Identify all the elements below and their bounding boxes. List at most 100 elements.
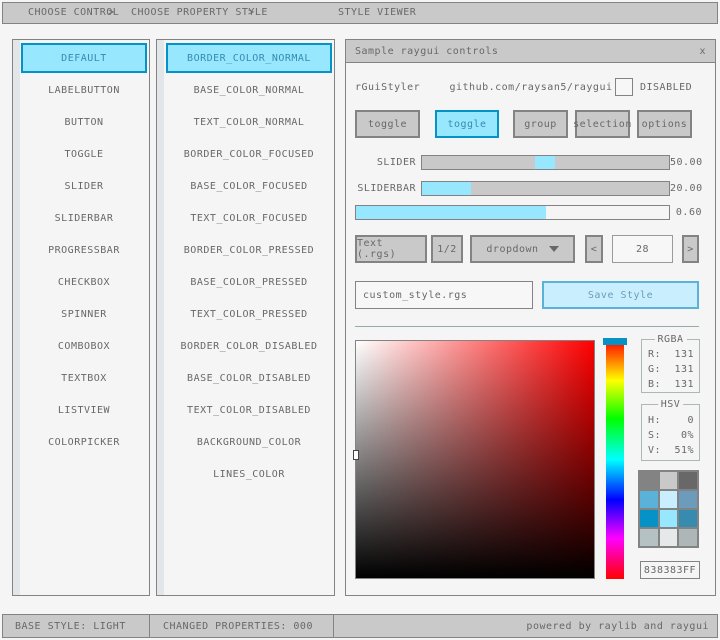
- dropdown-label: dropdown: [486, 244, 538, 255]
- property-item-text-color-normal[interactable]: TEXT_COLOR_NORMAL: [166, 107, 332, 137]
- color-swatch[interactable]: [660, 472, 678, 489]
- chevron-right-icon: >: [108, 3, 115, 25]
- disabled-checkbox[interactable]: [615, 78, 633, 96]
- half-toggle-button[interactable]: 1/2: [431, 235, 463, 263]
- spinner-increment-button[interactable]: >: [682, 235, 699, 263]
- hsv-v-value: 51%: [674, 445, 694, 456]
- hsv-h-label: H:: [648, 415, 661, 426]
- filename-input[interactable]: custom_style.rgs: [355, 281, 533, 309]
- control-item-slider[interactable]: SLIDER: [21, 171, 147, 201]
- rgba-r-value: 131: [674, 349, 694, 360]
- close-icon[interactable]: x: [699, 46, 706, 57]
- control-item-colorpicker[interactable]: COLORPICKER: [21, 427, 147, 457]
- rgba-b-label: B:: [648, 379, 661, 390]
- hsv-title: HSV: [658, 399, 684, 410]
- property-item-border-color-normal[interactable]: BORDER_COLOR_NORMAL: [166, 43, 332, 73]
- breadcrumb-style-viewer: STYLE VIEWER: [338, 3, 416, 25]
- style-color-grid: [638, 470, 699, 548]
- rgba-b-value: 131: [674, 379, 694, 390]
- disabled-checkbox-label: DISABLED: [640, 78, 692, 96]
- control-item-listview[interactable]: LISTVIEW: [21, 395, 147, 425]
- property-item-base-color-pressed[interactable]: BASE_COLOR_PRESSED: [166, 267, 332, 297]
- hsv-s-label: S:: [648, 430, 661, 441]
- window-title: Sample raygui controls: [355, 46, 498, 57]
- toggle-options-button[interactable]: options: [637, 110, 692, 138]
- color-swatch[interactable]: [660, 510, 678, 527]
- property-item-base-color-focused[interactable]: BASE_COLOR_FOCUSED: [166, 171, 332, 201]
- hue-marker[interactable]: [603, 338, 627, 345]
- color-swatch[interactable]: [660, 491, 678, 508]
- property-item-base-color-normal[interactable]: BASE_COLOR_NORMAL: [166, 75, 332, 105]
- spinner-value-box[interactable]: 28: [612, 235, 673, 263]
- control-item-button[interactable]: BUTTON: [21, 107, 147, 137]
- rgba-g-label: G:: [648, 364, 661, 375]
- scrollbar-track[interactable]: [157, 40, 164, 595]
- rgba-groupbox: RGBA R: 131 G: 131 B: 131: [641, 339, 700, 393]
- hsv-groupbox: HSV H: 0 S: 0% V: 51%: [641, 404, 700, 461]
- chevron-down-icon: [549, 246, 559, 252]
- dropdown-select[interactable]: dropdown: [470, 235, 575, 263]
- color-swatch[interactable]: [679, 491, 697, 508]
- toggle-button-active[interactable]: toggle: [435, 110, 499, 138]
- color-swatch[interactable]: [640, 510, 658, 527]
- hsv-v-label: V:: [648, 445, 661, 456]
- hue-bar[interactable]: [606, 340, 624, 579]
- control-item-labelbutton[interactable]: LABELBUTTON: [21, 75, 147, 105]
- control-item-spinner[interactable]: SPINNER: [21, 299, 147, 329]
- sliderbar-fill: [422, 182, 471, 195]
- color-picker-cursor[interactable]: [353, 450, 359, 460]
- spinner-decrement-button[interactable]: <: [585, 235, 603, 263]
- property-item-text-color-pressed[interactable]: TEXT_COLOR_PRESSED: [166, 299, 332, 329]
- property-item-text-color-focused[interactable]: TEXT_COLOR_FOCUSED: [166, 203, 332, 233]
- property-item-lines-color[interactable]: LINES_COLOR: [166, 459, 332, 489]
- control-item-textbox[interactable]: TEXTBOX: [21, 363, 147, 393]
- slider[interactable]: [421, 155, 670, 170]
- property-item-border-color-focused[interactable]: BORDER_COLOR_FOCUSED: [166, 139, 332, 169]
- toggle-group-button[interactable]: group: [513, 110, 568, 138]
- color-swatch[interactable]: [640, 491, 658, 508]
- hsv-h-value: 0: [687, 415, 694, 426]
- breadcrumb-choose-control: CHOOSE CONTROL: [28, 3, 119, 25]
- sliderbar[interactable]: [421, 181, 670, 196]
- control-item-combobox[interactable]: COMBOBOX: [21, 331, 147, 361]
- changed-properties-label: CHANGED PROPERTIES: 000: [163, 621, 313, 632]
- property-item-border-color-disabled[interactable]: BORDER_COLOR_DISABLED: [166, 331, 332, 361]
- color-swatch[interactable]: [640, 472, 658, 489]
- style-viewer-window: Sample raygui controls x rGuiStyler gith…: [345, 39, 716, 596]
- color-swatch[interactable]: [660, 529, 678, 546]
- property-item-text-color-disabled[interactable]: TEXT_COLOR_DISABLED: [166, 395, 332, 425]
- color-swatch[interactable]: [679, 529, 697, 546]
- color-swatch[interactable]: [679, 472, 697, 489]
- control-item-checkbox[interactable]: CHECKBOX: [21, 267, 147, 297]
- window-titlebar[interactable]: Sample raygui controls x: [346, 40, 715, 63]
- toggle-selection-button[interactable]: selection: [575, 110, 630, 138]
- property-item-border-color-pressed[interactable]: BORDER_COLOR_PRESSED: [166, 235, 332, 265]
- slider-handle[interactable]: [535, 156, 555, 169]
- base-style-label: BASE STYLE: LIGHT: [15, 621, 126, 632]
- scrollbar-track[interactable]: [13, 40, 20, 595]
- sliderbar-label: SLIDERBAR: [346, 181, 416, 196]
- statusbar-powered-by: powered by raylib and raygui: [333, 614, 718, 638]
- controls-list-panel: DEFAULT LABELBUTTON BUTTON TOGGLE SLIDER…: [12, 39, 150, 596]
- color-picker-sv-square[interactable]: [355, 340, 595, 579]
- control-item-progressbar[interactable]: PROGRESSBAR: [21, 235, 147, 265]
- hex-value-input[interactable]: 838383FF: [640, 561, 700, 579]
- color-swatch[interactable]: [640, 529, 658, 546]
- progress-value: 0.60: [670, 205, 702, 220]
- slider-label: SLIDER: [346, 155, 416, 170]
- rgba-g-value: 131: [674, 364, 694, 375]
- property-item-background-color[interactable]: BACKGROUND_COLOR: [166, 427, 332, 457]
- color-swatch[interactable]: [679, 510, 697, 527]
- control-item-toggle[interactable]: TOGGLE: [21, 139, 147, 169]
- save-style-button[interactable]: Save Style: [542, 281, 699, 309]
- rguistyler-app: CHOOSE CONTROL > CHOOSE PROPERTY STYLE >…: [0, 0, 720, 640]
- property-item-base-color-disabled[interactable]: BASE_COLOR_DISABLED: [166, 363, 332, 393]
- load-rgs-button[interactable]: Text (.rgs): [355, 235, 427, 263]
- slider-value: 50.00: [670, 155, 702, 170]
- statusbar-base-style: BASE STYLE: LIGHT: [2, 614, 150, 638]
- progress-bar-fill: [356, 206, 546, 219]
- rgba-title: RGBA: [654, 334, 686, 345]
- toggle-button[interactable]: toggle: [355, 110, 420, 138]
- control-item-sliderbar[interactable]: SLIDERBAR: [21, 203, 147, 233]
- control-item-default[interactable]: DEFAULT: [21, 43, 147, 73]
